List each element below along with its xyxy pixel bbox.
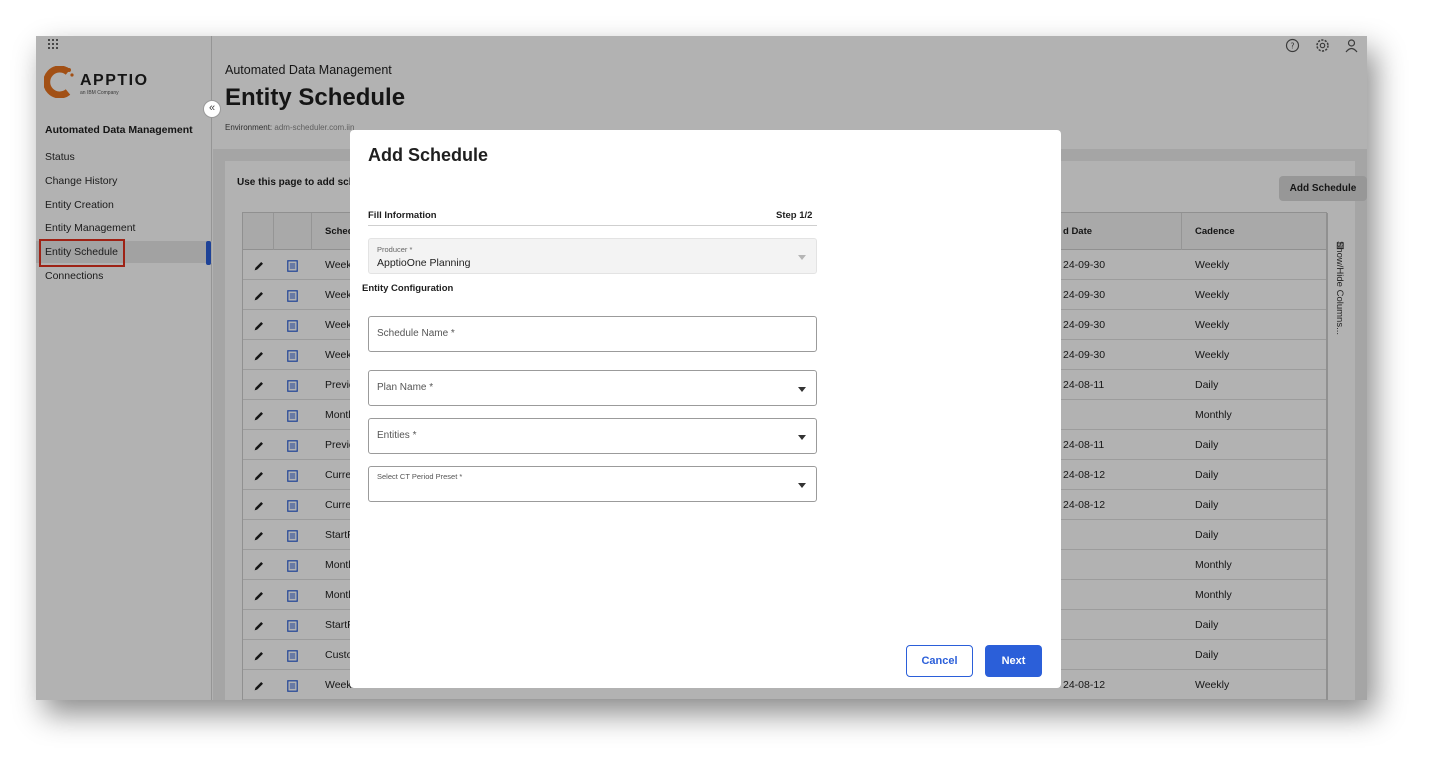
schedule-name-input[interactable]: Schedule Name * bbox=[368, 316, 817, 352]
producer-value: ApptioOne Planning bbox=[377, 257, 471, 269]
app-window: APPTIO an IBM Company Automated Data Man… bbox=[36, 36, 1367, 700]
step-indicator: Step 1/2 bbox=[776, 210, 813, 221]
schedule-name-label: Schedule Name * bbox=[377, 328, 455, 339]
chevron-down-icon[interactable] bbox=[798, 483, 806, 488]
ct-period-preset-label: Select CT Period Preset * bbox=[377, 472, 463, 481]
plan-name-label: Plan Name * bbox=[377, 382, 434, 393]
next-button[interactable]: Next bbox=[985, 645, 1042, 677]
collapse-sidebar-button[interactable]: « bbox=[203, 100, 221, 118]
chevron-down-icon[interactable] bbox=[798, 387, 806, 392]
chevron-down-icon bbox=[798, 255, 806, 260]
entities-select[interactable]: Entities * bbox=[368, 418, 817, 454]
fill-information-heading: Fill Information bbox=[368, 210, 437, 221]
plan-name-select[interactable]: Plan Name * bbox=[368, 370, 817, 406]
producer-select: Producer * ApptioOne Planning bbox=[368, 238, 817, 274]
ct-period-preset-select[interactable]: Select CT Period Preset * bbox=[368, 466, 817, 502]
producer-label: Producer * bbox=[377, 245, 413, 254]
step-divider bbox=[368, 225, 817, 226]
entity-configuration-heading: Entity Configuration bbox=[362, 283, 454, 294]
entities-label: Entities * bbox=[377, 430, 417, 441]
add-schedule-modal: Add Schedule Fill Information Step 1/2 P… bbox=[350, 130, 1061, 688]
cancel-button[interactable]: Cancel bbox=[906, 645, 973, 677]
chevron-down-icon[interactable] bbox=[798, 435, 806, 440]
modal-title: Add Schedule bbox=[368, 145, 489, 165]
